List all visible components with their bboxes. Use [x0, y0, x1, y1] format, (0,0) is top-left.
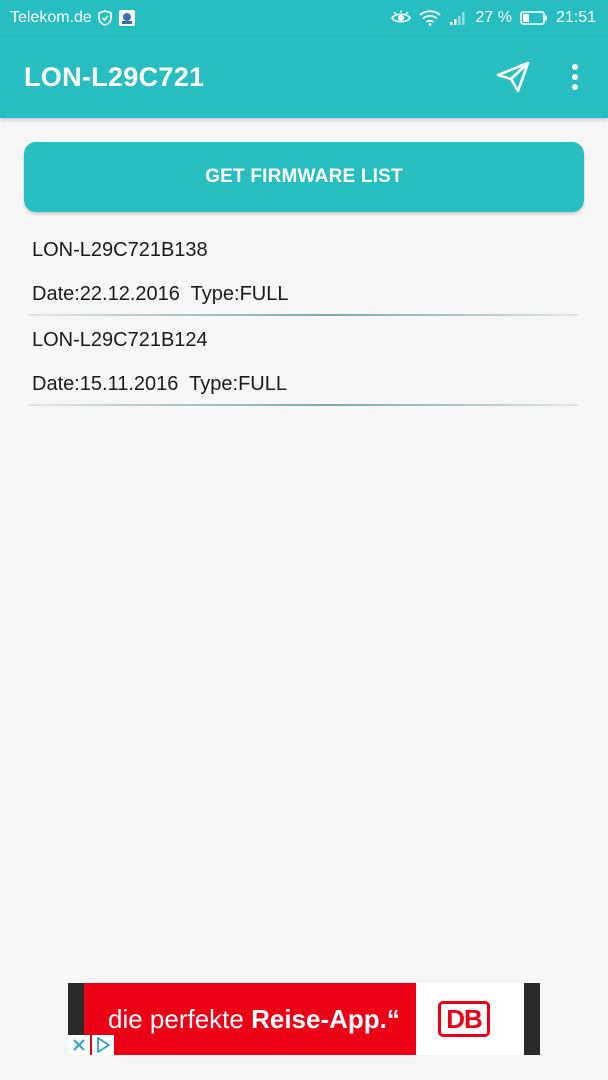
signal-icon — [449, 10, 467, 26]
wifi-icon — [419, 10, 442, 26]
send-icon — [496, 61, 530, 93]
battery-icon — [520, 11, 548, 25]
db-logo: DB — [438, 1001, 490, 1037]
ad-content: die perfekte Reise-App.“ DB — [84, 983, 524, 1055]
adchoices-button[interactable] — [92, 1035, 114, 1055]
shield-icon — [98, 10, 112, 26]
firmware-meta: Date:22.12.2016 Type:FULL — [32, 283, 289, 305]
eye-icon — [391, 10, 412, 26]
divider — [28, 314, 578, 316]
send-button[interactable] — [494, 58, 532, 96]
app-notification-icon — [118, 9, 136, 27]
ad-close-button[interactable] — [68, 1035, 90, 1055]
ad-text-bold: Reise-App.“ — [251, 1004, 400, 1034]
more-options-button[interactable] — [562, 60, 588, 94]
firmware-meta: Date:15.11.2016 Type:FULL — [32, 373, 287, 395]
status-left: Telekom.de — [10, 9, 136, 27]
get-firmware-list-button[interactable]: GET FIRMWARE LIST — [24, 142, 584, 212]
status-bar: Telekom.de 27 % 21:51 — [0, 0, 608, 36]
more-vert-icon — [572, 64, 578, 90]
clock: 21:51 — [555, 9, 596, 26]
ad-text: die perfekte Reise-App.“ — [108, 1003, 400, 1035]
list-item[interactable]: LON-L29C721B138 Date:22.12.2016 Type:FUL… — [0, 228, 608, 318]
ad-banner[interactable]: die perfekte Reise-App.“ DB — [68, 983, 540, 1055]
app-title: LON-L29C721 — [24, 62, 205, 92]
ad-controls — [68, 1035, 114, 1055]
screen: Telekom.de 27 % 21:51 LON-L29C721 GET FI… — [0, 0, 608, 1080]
firmware-name: LON-L29C721B138 — [32, 239, 208, 261]
ad-logo-panel: DB — [416, 983, 524, 1055]
divider — [28, 404, 578, 406]
carrier-name: Telekom.de — [10, 9, 92, 26]
firmware-name: LON-L29C721B124 — [32, 329, 208, 351]
firmware-list: LON-L29C721B138 Date:22.12.2016 Type:FUL… — [0, 228, 608, 408]
status-right: 27 % 21:51 — [391, 9, 596, 27]
close-icon — [73, 1039, 85, 1051]
adchoices-icon — [97, 1037, 110, 1053]
list-item[interactable]: LON-L29C721B124 Date:15.11.2016 Type:FUL… — [0, 318, 608, 408]
app-bar: LON-L29C721 — [0, 36, 608, 118]
battery-percent: 27 % — [475, 9, 512, 26]
ad-text-prefix: die perfekte — [108, 1004, 252, 1034]
